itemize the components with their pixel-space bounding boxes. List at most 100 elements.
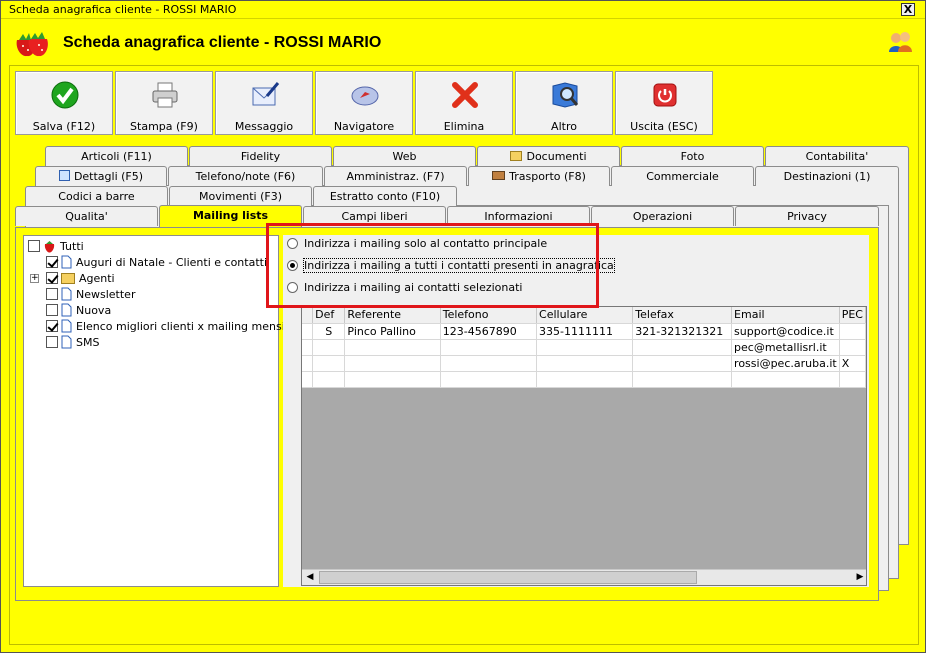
- message-button[interactable]: Messaggio: [215, 71, 313, 135]
- table-cell[interactable]: Pinco Pallino: [344, 323, 441, 340]
- table-cell[interactable]: [344, 371, 441, 388]
- list-item[interactable]: Nuova: [46, 302, 111, 318]
- print-button[interactable]: Stampa (F9): [115, 71, 213, 135]
- tab-contabilita[interactable]: Contabilita': [765, 146, 909, 166]
- exit-label: Uscita (ESC): [630, 120, 698, 133]
- delete-button[interactable]: Elimina: [415, 71, 513, 135]
- scrollbar-thumb[interactable]: [319, 571, 697, 584]
- tab-operazioni[interactable]: Operazioni: [591, 206, 734, 226]
- table-cell[interactable]: [440, 371, 538, 388]
- navigator-button[interactable]: Navigatore: [315, 71, 413, 135]
- column-header-cellulare[interactable]: Cellulare: [536, 307, 634, 324]
- tab-codici-a-barre[interactable]: Codici a barre: [25, 186, 168, 206]
- other-button[interactable]: Altro: [515, 71, 613, 135]
- table-row[interactable]: pec@metallisrl.it: [302, 339, 866, 356]
- table-cell[interactable]: X: [839, 355, 866, 372]
- table-cell[interactable]: [344, 355, 441, 372]
- table-cell[interactable]: [839, 371, 866, 388]
- list-checkbox[interactable]: [46, 320, 58, 332]
- other-label: Altro: [551, 120, 577, 133]
- table-cell[interactable]: S: [312, 323, 346, 340]
- mailing-list-tree[interactable]: Tutti Auguri di Natale - Clienti e conta…: [23, 235, 295, 587]
- tab-amministraz[interactable]: Amministraz. (F7): [324, 166, 467, 186]
- list-item[interactable]: Newsletter: [46, 286, 135, 302]
- column-header-telefax[interactable]: Telefax: [632, 307, 733, 324]
- tab-web[interactable]: Web: [333, 146, 476, 166]
- tab-documenti[interactable]: Documenti: [477, 146, 620, 166]
- list-item-label: SMS: [76, 335, 100, 349]
- tab-foto[interactable]: Foto: [621, 146, 764, 166]
- column-header-pec[interactable]: PEC: [839, 307, 866, 324]
- table-cell[interactable]: [632, 355, 733, 372]
- contacts-grid[interactable]: Def Referente Telefono Cellulare Telefax…: [301, 306, 867, 586]
- column-header-email[interactable]: Email: [731, 307, 840, 324]
- tab-fidelity[interactable]: Fidelity: [189, 146, 332, 166]
- table-cell[interactable]: 321-321321321: [632, 323, 733, 340]
- table-cell[interactable]: [440, 339, 538, 356]
- tab-label: Informazioni: [484, 210, 553, 223]
- table-cell[interactable]: [536, 339, 634, 356]
- horizontal-scrollbar[interactable]: ◀ ▶: [302, 569, 866, 585]
- column-header-telefono[interactable]: Telefono: [440, 307, 538, 324]
- table-cell[interactable]: [839, 339, 866, 356]
- scroll-right-icon[interactable]: ▶: [852, 570, 866, 585]
- tab-commerciale[interactable]: Commerciale: [611, 166, 754, 186]
- table-cell[interactable]: 335-1111111: [536, 323, 634, 340]
- scroll-left-icon[interactable]: ◀: [302, 570, 318, 585]
- table-cell[interactable]: [312, 371, 346, 388]
- table-row[interactable]: rossi@pec.aruba.it X: [302, 355, 866, 372]
- table-cell[interactable]: [731, 371, 840, 388]
- table-cell[interactable]: [632, 339, 733, 356]
- table-cell[interactable]: [536, 355, 634, 372]
- root-checkbox[interactable]: [28, 240, 40, 252]
- tab-dettagli[interactable]: Dettagli (F5): [35, 166, 167, 186]
- document-icon: [61, 335, 72, 349]
- tab-label: Privacy: [787, 210, 827, 223]
- table-cell[interactable]: [312, 339, 346, 356]
- table-cell[interactable]: [440, 355, 538, 372]
- row-indicator: [302, 307, 314, 324]
- tab-label: Campi liberi: [341, 210, 408, 223]
- table-header-row: Def Referente Telefono Cellulare Telefax…: [302, 307, 866, 324]
- list-checkbox[interactable]: [46, 288, 58, 300]
- column-header-def[interactable]: Def: [312, 307, 346, 324]
- list-checkbox[interactable]: [46, 256, 58, 268]
- tab-telefono-note[interactable]: Telefono/note (F6): [168, 166, 323, 186]
- save-button[interactable]: Salva (F12): [15, 71, 113, 135]
- truck-icon: [492, 171, 506, 180]
- list-checkbox[interactable]: [46, 304, 58, 316]
- table-cell[interactable]: [344, 339, 441, 356]
- exit-button[interactable]: Uscita (ESC): [615, 71, 713, 135]
- users-icon[interactable]: [887, 30, 913, 54]
- tab-label: Movimenti (F3): [198, 190, 282, 203]
- column-header-referente[interactable]: Referente: [344, 307, 441, 324]
- table-cell[interactable]: [536, 371, 634, 388]
- tab-articoli[interactable]: Articoli (F11): [45, 146, 188, 166]
- tab-destinazioni[interactable]: Destinazioni (1): [755, 166, 899, 186]
- list-item[interactable]: + Agenti: [30, 270, 115, 286]
- table-cell[interactable]: rossi@pec.aruba.it: [731, 355, 840, 372]
- table-cell[interactable]: 123-4567890: [440, 323, 538, 340]
- tab-trasporto[interactable]: Trasporto (F8): [468, 166, 610, 186]
- table-cell[interactable]: support@codice.it: [731, 323, 840, 340]
- list-checkbox[interactable]: [46, 336, 58, 348]
- tab-estratto-conto[interactable]: Estratto conto (F10): [313, 186, 457, 206]
- tab-label: Dettagli (F5): [73, 170, 144, 183]
- tree-root[interactable]: Tutti: [28, 238, 84, 254]
- list-item[interactable]: SMS: [46, 334, 99, 350]
- close-button[interactable]: X: [901, 3, 915, 16]
- list-item[interactable]: Elenco migliori clienti x mailing mensil…: [46, 318, 295, 334]
- tab-privacy[interactable]: Privacy: [735, 206, 879, 226]
- table-row[interactable]: S Pinco Pallino 123-4567890 335-1111111 …: [302, 323, 866, 340]
- table-cell[interactable]: [632, 371, 733, 388]
- tab-movimenti[interactable]: Movimenti (F3): [169, 186, 312, 206]
- tab-qualita[interactable]: Qualita': [15, 206, 158, 226]
- contacts-table: Def Referente Telefono Cellulare Telefax…: [302, 307, 866, 388]
- list-checkbox[interactable]: [46, 272, 58, 284]
- table-cell[interactable]: pec@metallisrl.it: [731, 339, 840, 356]
- expand-icon[interactable]: +: [30, 273, 39, 283]
- table-cell[interactable]: [312, 355, 346, 372]
- list-item[interactable]: Auguri di Natale - Clienti e contatti: [46, 254, 267, 270]
- table-row[interactable]: [302, 371, 866, 388]
- table-cell[interactable]: [839, 323, 866, 340]
